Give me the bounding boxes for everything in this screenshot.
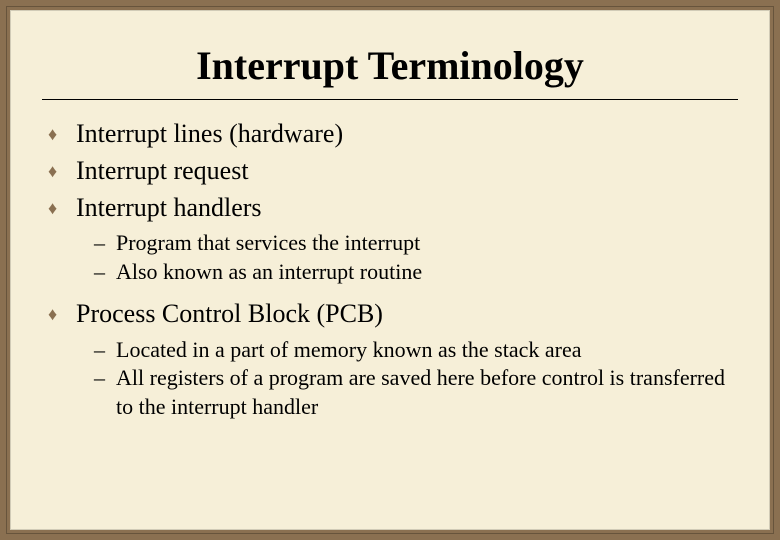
sub-list-item: – Also known as an interrupt routine [94, 258, 738, 287]
bullet-list: ♦ Interrupt lines (hardware) ♦ Interrupt… [48, 116, 738, 421]
title-rule [42, 99, 738, 100]
sub-list-item-text: Located in a part of memory known as the… [116, 336, 738, 365]
slide-title: Interrupt Terminology [42, 42, 738, 89]
slide-body: Interrupt Terminology ♦ Interrupt lines … [10, 10, 770, 530]
sub-list-item-text: Also known as an interrupt routine [116, 258, 738, 287]
sub-list-item: – Program that services the interrupt [94, 229, 738, 258]
sub-list-item-text: All registers of a program are saved her… [116, 364, 738, 421]
dash-bullet-icon: – [94, 336, 116, 365]
diamond-bullet-icon: ♦ [48, 153, 76, 183]
sub-list-item: – All registers of a program are saved h… [94, 364, 738, 421]
diamond-bullet-icon: ♦ [48, 116, 76, 146]
list-item: ♦ Interrupt handlers [48, 190, 738, 225]
list-item-text: Interrupt handlers [76, 190, 262, 225]
dash-bullet-icon: – [94, 258, 116, 287]
diamond-bullet-icon: ♦ [48, 190, 76, 220]
dash-bullet-icon: – [94, 229, 116, 258]
sub-list-item: – Located in a part of memory known as t… [94, 336, 738, 365]
diamond-bullet-icon: ♦ [48, 296, 76, 326]
dash-bullet-icon: – [94, 364, 116, 393]
list-item-text: Process Control Block (PCB) [76, 296, 383, 331]
list-item: ♦ Interrupt lines (hardware) [48, 116, 738, 151]
slide-frame: Interrupt Terminology ♦ Interrupt lines … [0, 0, 780, 540]
list-item-text: Interrupt lines (hardware) [76, 116, 343, 151]
sub-list-item-text: Program that services the interrupt [116, 229, 738, 258]
sub-list: – Program that services the interrupt – … [94, 229, 738, 286]
list-item-text: Interrupt request [76, 153, 249, 188]
list-item: ♦ Interrupt request [48, 153, 738, 188]
sub-list: – Located in a part of memory known as t… [94, 336, 738, 422]
list-item: ♦ Process Control Block (PCB) [48, 296, 738, 331]
